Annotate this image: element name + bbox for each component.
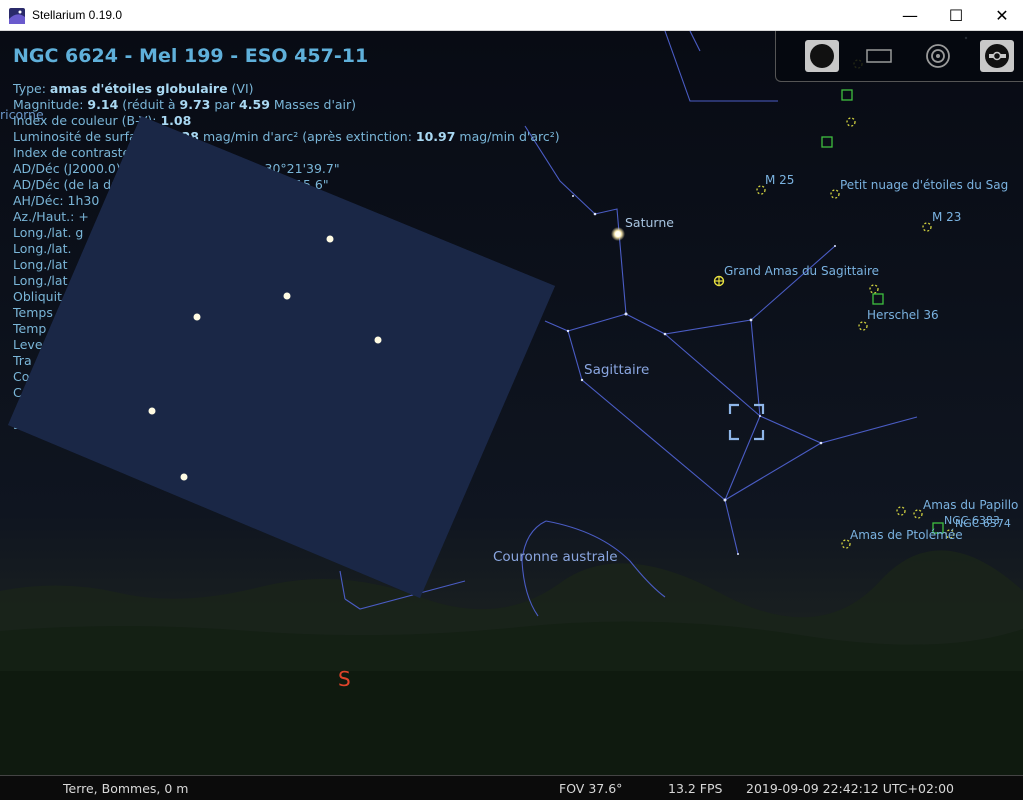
stellarium-app-icon	[9, 8, 25, 28]
label-petit-nuage[interactable]: Petit nuage d'étoiles du Sag	[840, 178, 1008, 192]
frame-icon	[866, 49, 892, 63]
status-location[interactable]: Terre, Bommes, 0 m	[63, 781, 188, 796]
info-row: AH/Déc: 1h30	[13, 193, 100, 208]
info-radec-fragment-2: 15.6"	[295, 177, 329, 192]
globular-cluster-marker[interactable]	[713, 275, 725, 287]
window-titlebar[interactable]: Stellarium 0.19.0 — ☐ ✕	[0, 0, 1023, 31]
label-saturne[interactable]: Saturne	[625, 215, 674, 230]
info-row: Az./Haut.: +	[13, 209, 89, 224]
info-row: Index de contraste	[13, 145, 131, 160]
info-surface-brightness: Luminosité de surface: 12.28 mag/min d'a…	[13, 129, 560, 144]
info-row: AD/Déc (de la date):	[13, 177, 141, 192]
quick-toolbar	[775, 31, 1023, 82]
telescope-icon	[980, 40, 1014, 72]
info-type: Type: amas d'étoiles globulaire (VI)	[13, 81, 254, 96]
window-title: Stellarium 0.19.0	[32, 8, 123, 22]
target-button[interactable]	[921, 40, 955, 72]
info-row: Tra	[13, 353, 32, 368]
maximize-button[interactable]: ☐	[933, 0, 979, 30]
label-amas-papillon[interactable]: Amas du Papillo	[923, 498, 1018, 512]
label-sagittaire[interactable]: Sagittaire	[584, 362, 649, 378]
status-bar: Terre, Bommes, 0 m FOV 37.6° 13.2 FPS 20…	[0, 775, 1023, 800]
info-row: C	[13, 385, 22, 400]
cardinal-south: S	[338, 667, 351, 691]
label-herschel36[interactable]: Herschel 36	[867, 308, 939, 322]
label-couronne-australe[interactable]: Couronne australe	[493, 549, 618, 565]
info-magnitude: Magnitude: 9.14 (réduit à 9.73 par 4.59 …	[13, 97, 357, 112]
info-row: Obliquit	[13, 289, 62, 304]
status-fps: 13.2 FPS	[668, 781, 723, 796]
info-row: Long./lat	[13, 273, 68, 288]
info-row: Descr	[13, 417, 49, 432]
fov-frame-button[interactable]	[862, 40, 896, 72]
info-row: Long./lat.	[13, 241, 72, 256]
planet-icon	[805, 40, 839, 72]
info-row: Co	[13, 369, 30, 384]
label-grand-amas[interactable]: Grand Amas du Sagittaire	[724, 264, 879, 278]
target-icon	[926, 44, 950, 68]
label-ngc6374[interactable]: NGC 6374	[955, 517, 1011, 530]
info-row: Temps	[13, 305, 53, 320]
close-button[interactable]: ✕	[979, 0, 1023, 30]
info-row: Leve	[13, 337, 43, 352]
sky-view[interactable]: NGC 6624 - Mel 199 - ESO 457-11 Type: am…	[0, 31, 1023, 775]
label-m25[interactable]: M 25	[765, 173, 794, 187]
info-radec-fragment: -30°21'39.7"	[260, 161, 340, 176]
info-row: Long./lat. g	[13, 225, 84, 240]
label-amas-ptolemee[interactable]: Amas de Ptolémée	[850, 528, 963, 542]
status-fov: FOV 37.6°	[559, 781, 623, 796]
info-row: Long./lat	[13, 257, 68, 272]
info-row: AD/Déc (J2000.0):	[13, 161, 125, 176]
minimize-icon: —	[902, 5, 918, 25]
planets-button[interactable]	[805, 40, 839, 72]
label-m23[interactable]: M 23	[932, 210, 961, 224]
maximize-icon: ☐	[948, 5, 964, 25]
object-title: NGC 6624 - Mel 199 - ESO 457-11	[13, 45, 369, 67]
constellation-label-capricorne: ricorne	[0, 107, 44, 122]
info-row: Temp	[13, 321, 47, 336]
telescope-button[interactable]	[980, 40, 1014, 72]
close-icon: ✕	[995, 5, 1009, 25]
minimize-button[interactable]: —	[887, 0, 933, 30]
status-datetime[interactable]: 2019-09-09 22:42:12 UTC+02:00	[746, 781, 954, 796]
